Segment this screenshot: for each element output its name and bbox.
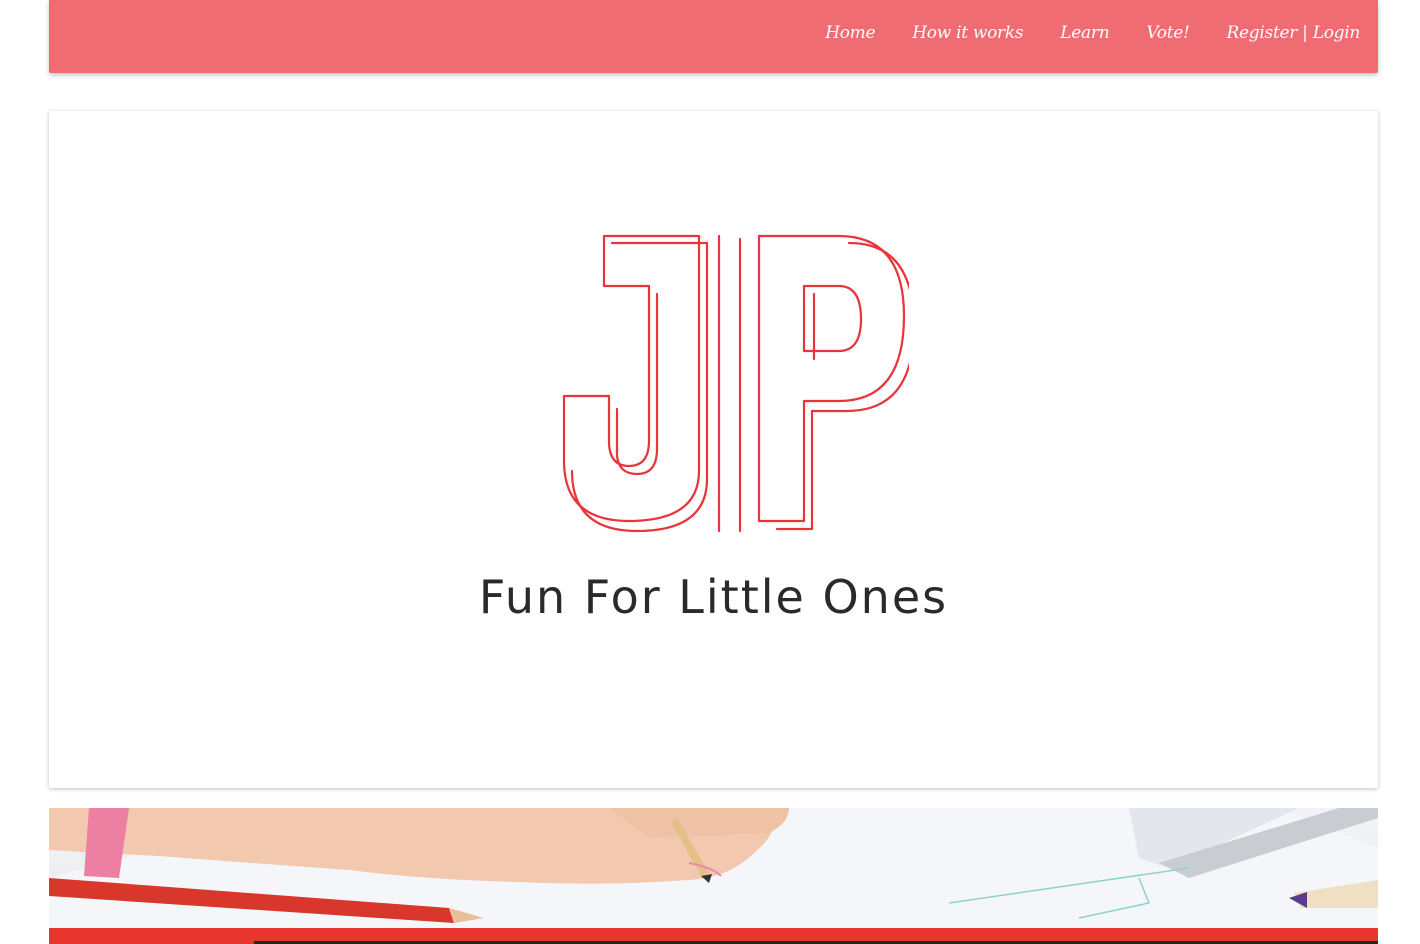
nav-link-register-login[interactable]: Register | Login xyxy=(1227,19,1361,47)
nav-menu: Home How it works Learn Vote! Register |… xyxy=(788,19,1360,47)
nav-link-home[interactable]: Home xyxy=(825,19,875,47)
nav-item-vote: Vote! xyxy=(1146,19,1189,47)
nav-link-how-it-works[interactable]: How it works xyxy=(912,19,1023,47)
nav-link-vote[interactable]: Vote! xyxy=(1146,19,1189,47)
nav-item-how-it-works: How it works xyxy=(912,19,1023,47)
hero-tagline: Fun For Little Ones xyxy=(478,570,949,624)
nav-link-learn[interactable]: Learn xyxy=(1060,19,1109,47)
nav-item-learn: Learn xyxy=(1060,19,1109,47)
banner-photo-illustration xyxy=(49,808,1378,928)
nav-item-register-login: Register | Login xyxy=(1227,19,1361,47)
top-navbar: Home How it works Learn Vote! Register |… xyxy=(49,0,1378,73)
banner-photo xyxy=(49,808,1378,928)
hero-card: Fun For Little Ones xyxy=(49,111,1378,788)
nav-item-home: Home xyxy=(825,19,875,47)
jp-logo xyxy=(562,234,909,533)
logo-letter-p-outline xyxy=(757,234,906,523)
logo-letter-j-outline xyxy=(562,234,701,523)
